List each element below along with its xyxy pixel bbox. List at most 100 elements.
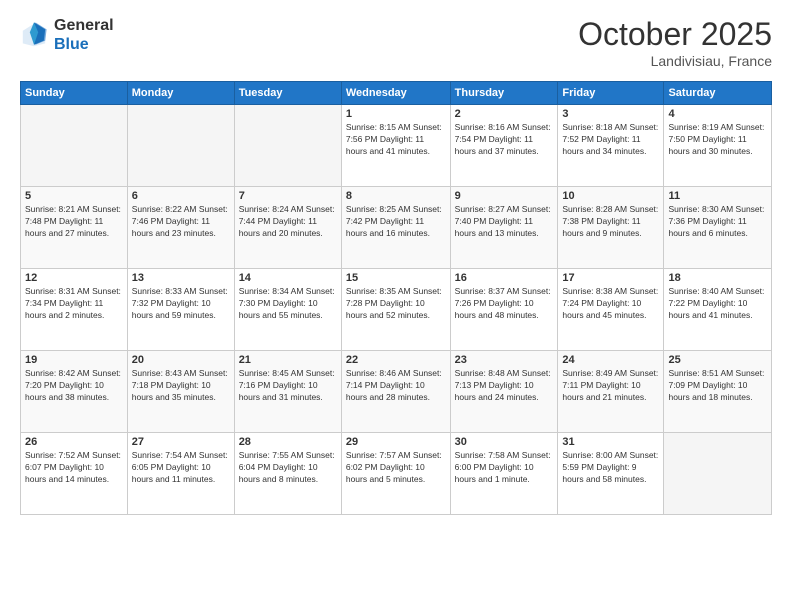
day-number: 18 [668,272,767,284]
day-number: 9 [455,190,554,202]
calendar-cell: 31 Sunrise: 8:00 AM Sunset: 5:59 PM Dayli… [558,433,664,515]
day-number: 29 [346,436,446,448]
calendar-cell: 15Sunrise: 8:35 AM Sunset: 7:28 PM Dayli… [341,269,450,351]
day-info: Sunrise: 8:18 AM Sunset: 7:52 PM Dayligh… [562,122,659,158]
day-info: Sunrise: 8:15 AM Sunset: 7:56 PM Dayligh… [346,122,446,158]
day-info: Sunrise: 8:34 AM Sunset: 7:30 PM Dayligh… [239,286,337,322]
day-info: Sunrise: 8:46 AM Sunset: 7:14 PM Dayligh… [346,368,446,404]
day-info: Sunrise: 8:48 AM Sunset: 7:13 PM Dayligh… [455,368,554,404]
calendar-header-thursday: Thursday [450,82,558,105]
calendar-cell: 14 Sunrise: 8:34 AM Sunset: 7:30 PM Dayli… [234,269,341,351]
calendar-cell: 9 Sunrise: 8:27 AM Sunset: 7:40 PM Daylig… [450,187,558,269]
day-number: 30 [455,436,554,448]
calendar-cell: 5Sunrise: 8:21 AM Sunset: 7:48 PM Daylig… [21,187,128,269]
calendar-cell: 10 Sunrise: 8:28 AM Sunset: 7:38 PM Dayli… [558,187,664,269]
day-number: 22 [346,354,446,366]
day-info: Sunrise: 8:31 AM Sunset: 7:34 PM Dayligh… [25,286,123,322]
calendar-cell: 27 Sunrise: 7:54 AM Sunset: 6:05 PM Dayli… [127,433,234,515]
day-number: 13 [132,272,230,284]
calendar-cell: 24 Sunrise: 8:49 AM Sunset: 7:11 PM Dayli… [558,351,664,433]
logo-general: General [54,16,114,35]
day-info: Sunrise: 8:00 AM Sunset: 5:59 PM Dayligh… [562,450,659,486]
calendar-week-row: 5Sunrise: 8:21 AM Sunset: 7:48 PM Daylig… [21,187,772,269]
day-info: Sunrise: 8:22 AM Sunset: 7:46 PM Dayligh… [132,204,230,240]
day-number: 7 [239,190,337,202]
calendar-cell: 13 Sunrise: 8:33 AM Sunset: 7:32 PM Dayli… [127,269,234,351]
calendar-header-sunday: Sunday [21,82,128,105]
day-info: Sunrise: 8:27 AM Sunset: 7:40 PM Dayligh… [455,204,554,240]
header: General Blue October 2025 Landivisiau, F… [20,16,772,69]
calendar-cell: 25Sunrise: 8:51 AM Sunset: 7:09 PM Dayli… [664,351,772,433]
day-info: Sunrise: 8:19 AM Sunset: 7:50 PM Dayligh… [668,122,767,158]
day-info: Sunrise: 8:24 AM Sunset: 7:44 PM Dayligh… [239,204,337,240]
calendar-header-tuesday: Tuesday [234,82,341,105]
calendar-cell: 8Sunrise: 8:25 AM Sunset: 7:42 PM Daylig… [341,187,450,269]
day-info: Sunrise: 7:52 AM Sunset: 6:07 PM Dayligh… [25,450,123,486]
day-number: 5 [25,190,123,202]
day-info: Sunrise: 8:38 AM Sunset: 7:24 PM Dayligh… [562,286,659,322]
calendar-week-row: 26Sunrise: 7:52 AM Sunset: 6:07 PM Dayli… [21,433,772,515]
day-info: Sunrise: 7:54 AM Sunset: 6:05 PM Dayligh… [132,450,230,486]
day-info: Sunrise: 8:40 AM Sunset: 7:22 PM Dayligh… [668,286,767,322]
calendar-cell: 4 Sunrise: 8:19 AM Sunset: 7:50 PM Daylig… [664,105,772,187]
day-info: Sunrise: 8:28 AM Sunset: 7:38 PM Dayligh… [562,204,659,240]
day-number: 3 [562,108,659,120]
day-number: 25 [668,354,767,366]
title-block: October 2025 Landivisiau, France [578,16,772,69]
calendar-cell [21,105,128,187]
calendar-cell: 19Sunrise: 8:42 AM Sunset: 7:20 PM Dayli… [21,351,128,433]
calendar-cell: 18 Sunrise: 8:40 AM Sunset: 7:22 PM Dayli… [664,269,772,351]
calendar-cell: 21 Sunrise: 8:45 AM Sunset: 7:16 PM Dayli… [234,351,341,433]
calendar-cell: 6 Sunrise: 8:22 AM Sunset: 7:46 PM Daylig… [127,187,234,269]
day-info: Sunrise: 8:33 AM Sunset: 7:32 PM Dayligh… [132,286,230,322]
calendar-cell: 22 Sunrise: 8:46 AM Sunset: 7:14 PM Dayli… [341,351,450,433]
calendar-header-friday: Friday [558,82,664,105]
logo: General Blue [20,16,114,54]
location-title: Landivisiau, France [578,53,772,69]
calendar-cell: 7 Sunrise: 8:24 AM Sunset: 7:44 PM Daylig… [234,187,341,269]
day-number: 23 [455,354,554,366]
day-number: 1 [346,108,446,120]
day-number: 14 [239,272,337,284]
calendar-header-monday: Monday [127,82,234,105]
calendar-cell [127,105,234,187]
day-number: 21 [239,354,337,366]
day-number: 2 [455,108,554,120]
day-number: 12 [25,272,123,284]
calendar-cell [664,433,772,515]
calendar: SundayMondayTuesdayWednesdayThursdayFrid… [20,81,772,515]
calendar-cell: 20 Sunrise: 8:43 AM Sunset: 7:18 PM Dayli… [127,351,234,433]
calendar-header-saturday: Saturday [664,82,772,105]
day-number: 4 [668,108,767,120]
calendar-week-row: 12 Sunrise: 8:31 AM Sunset: 7:34 PM Dayli… [21,269,772,351]
logo-icon [20,21,48,49]
calendar-cell: 28Sunrise: 7:55 AM Sunset: 6:04 PM Dayli… [234,433,341,515]
calendar-week-row: 1 Sunrise: 8:15 AM Sunset: 7:56 PM Daylig… [21,105,772,187]
day-number: 20 [132,354,230,366]
day-number: 28 [239,436,337,448]
day-info: Sunrise: 8:37 AM Sunset: 7:26 PM Dayligh… [455,286,554,322]
day-number: 31 [562,436,659,448]
calendar-cell: 2Sunrise: 8:16 AM Sunset: 7:54 PM Daylig… [450,105,558,187]
calendar-header-wednesday: Wednesday [341,82,450,105]
day-info: Sunrise: 8:25 AM Sunset: 7:42 PM Dayligh… [346,204,446,240]
day-info: Sunrise: 8:45 AM Sunset: 7:16 PM Dayligh… [239,368,337,404]
day-number: 27 [132,436,230,448]
day-number: 6 [132,190,230,202]
day-number: 24 [562,354,659,366]
calendar-cell: 26Sunrise: 7:52 AM Sunset: 6:07 PM Dayli… [21,433,128,515]
day-number: 17 [562,272,659,284]
calendar-cell: 17 Sunrise: 8:38 AM Sunset: 7:24 PM Dayli… [558,269,664,351]
calendar-header-row: SundayMondayTuesdayWednesdayThursdayFrid… [21,82,772,105]
calendar-cell: 23 Sunrise: 8:48 AM Sunset: 7:13 PM Dayli… [450,351,558,433]
day-info: Sunrise: 8:43 AM Sunset: 7:18 PM Dayligh… [132,368,230,404]
logo-text: General Blue [54,16,114,54]
calendar-cell: 3 Sunrise: 8:18 AM Sunset: 7:52 PM Daylig… [558,105,664,187]
logo-blue: Blue [54,35,114,54]
day-number: 10 [562,190,659,202]
day-number: 15 [346,272,446,284]
calendar-cell: 30Sunrise: 7:58 AM Sunset: 6:00 PM Dayli… [450,433,558,515]
day-info: Sunrise: 8:49 AM Sunset: 7:11 PM Dayligh… [562,368,659,404]
calendar-cell: 1 Sunrise: 8:15 AM Sunset: 7:56 PM Daylig… [341,105,450,187]
day-info: Sunrise: 8:42 AM Sunset: 7:20 PM Dayligh… [25,368,123,404]
